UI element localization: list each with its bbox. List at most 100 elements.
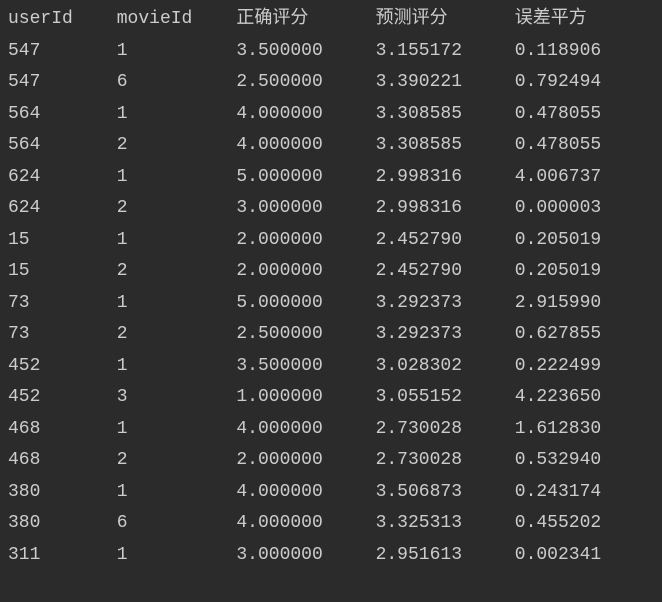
cell-movieId: 1 <box>117 414 237 446</box>
cell-userId: 547 <box>8 67 117 99</box>
cell-correct-score: 4.000000 <box>236 130 375 162</box>
cell-movieId: 1 <box>117 36 237 68</box>
cell-error-squared: 0.000003 <box>515 193 654 225</box>
cell-error-squared: 4.223650 <box>515 382 654 414</box>
cell-predict-score: 2.452790 <box>376 256 515 288</box>
cell-movieId: 2 <box>117 445 237 477</box>
cell-userId: 380 <box>8 508 117 540</box>
cell-movieId: 2 <box>117 319 237 351</box>
cell-userId: 73 <box>8 319 117 351</box>
cell-error-squared: 0.243174 <box>515 477 654 509</box>
cell-error-squared: 0.205019 <box>515 256 654 288</box>
cell-correct-score: 2.000000 <box>236 225 375 257</box>
cell-movieId: 3 <box>117 382 237 414</box>
table-row: 62415.0000002.9983164.006737 <box>8 162 654 194</box>
cell-userId: 380 <box>8 477 117 509</box>
table-row: 38014.0000003.5068730.243174 <box>8 477 654 509</box>
cell-error-squared: 0.627855 <box>515 319 654 351</box>
cell-predict-score: 2.730028 <box>376 414 515 446</box>
cell-movieId: 1 <box>117 99 237 131</box>
cell-predict-score: 2.998316 <box>376 193 515 225</box>
cell-movieId: 6 <box>117 67 237 99</box>
cell-correct-score: 2.500000 <box>236 319 375 351</box>
cell-userId: 15 <box>8 225 117 257</box>
cell-movieId: 1 <box>117 162 237 194</box>
cell-predict-score: 3.308585 <box>376 99 515 131</box>
cell-predict-score: 2.951613 <box>376 540 515 572</box>
header-predict-score: 预测评分 <box>376 4 515 36</box>
cell-error-squared: 0.222499 <box>515 351 654 383</box>
cell-userId: 73 <box>8 288 117 320</box>
header-movieId: movieId <box>117 4 237 36</box>
cell-correct-score: 2.000000 <box>236 445 375 477</box>
cell-predict-score: 2.730028 <box>376 445 515 477</box>
table-row: 7322.5000003.2923730.627855 <box>8 319 654 351</box>
cell-predict-score: 2.452790 <box>376 225 515 257</box>
cell-error-squared: 2.915990 <box>515 288 654 320</box>
cell-userId: 624 <box>8 193 117 225</box>
data-table: userId movieId 正确评分 预测评分 误差平方 54713.5000… <box>8 4 654 571</box>
cell-movieId: 1 <box>117 477 237 509</box>
cell-predict-score: 3.390221 <box>376 67 515 99</box>
cell-userId: 15 <box>8 256 117 288</box>
header-correct-score: 正确评分 <box>236 4 375 36</box>
table-row: 45231.0000003.0551524.223650 <box>8 382 654 414</box>
table-row: 56424.0000003.3085850.478055 <box>8 130 654 162</box>
cell-userId: 624 <box>8 162 117 194</box>
cell-correct-score: 3.500000 <box>236 36 375 68</box>
cell-predict-score: 3.028302 <box>376 351 515 383</box>
cell-movieId: 6 <box>117 508 237 540</box>
header-error-squared: 误差平方 <box>515 4 654 36</box>
table-row: 54713.5000003.1551720.118906 <box>8 36 654 68</box>
cell-userId: 468 <box>8 445 117 477</box>
cell-error-squared: 0.455202 <box>515 508 654 540</box>
cell-predict-score: 3.292373 <box>376 319 515 351</box>
table-row: 62423.0000002.9983160.000003 <box>8 193 654 225</box>
cell-userId: 564 <box>8 99 117 131</box>
table-row: 54762.5000003.3902210.792494 <box>8 67 654 99</box>
cell-correct-score: 3.000000 <box>236 540 375 572</box>
cell-predict-score: 3.055152 <box>376 382 515 414</box>
cell-predict-score: 3.308585 <box>376 130 515 162</box>
table-row: 46814.0000002.7300281.612830 <box>8 414 654 446</box>
cell-userId: 564 <box>8 130 117 162</box>
cell-error-squared: 0.792494 <box>515 67 654 99</box>
cell-error-squared: 0.478055 <box>515 130 654 162</box>
cell-userId: 547 <box>8 36 117 68</box>
cell-userId: 468 <box>8 414 117 446</box>
cell-movieId: 2 <box>117 193 237 225</box>
cell-userId: 452 <box>8 382 117 414</box>
cell-correct-score: 1.000000 <box>236 382 375 414</box>
cell-predict-score: 3.506873 <box>376 477 515 509</box>
cell-correct-score: 3.000000 <box>236 193 375 225</box>
cell-correct-score: 4.000000 <box>236 414 375 446</box>
table-row: 38064.0000003.3253130.455202 <box>8 508 654 540</box>
cell-predict-score: 2.998316 <box>376 162 515 194</box>
cell-movieId: 1 <box>117 351 237 383</box>
cell-predict-score: 3.325313 <box>376 508 515 540</box>
table-header-row: userId movieId 正确评分 预测评分 误差平方 <box>8 4 654 36</box>
cell-error-squared: 0.478055 <box>515 99 654 131</box>
cell-error-squared: 0.118906 <box>515 36 654 68</box>
cell-correct-score: 4.000000 <box>236 477 375 509</box>
table-row: 46822.0000002.7300280.532940 <box>8 445 654 477</box>
cell-movieId: 2 <box>117 130 237 162</box>
cell-correct-score: 3.500000 <box>236 351 375 383</box>
cell-movieId: 1 <box>117 288 237 320</box>
table-row: 56414.0000003.3085850.478055 <box>8 99 654 131</box>
table-row: 1522.0000002.4527900.205019 <box>8 256 654 288</box>
cell-correct-score: 2.000000 <box>236 256 375 288</box>
cell-correct-score: 5.000000 <box>236 288 375 320</box>
cell-correct-score: 5.000000 <box>236 162 375 194</box>
cell-movieId: 1 <box>117 225 237 257</box>
cell-error-squared: 4.006737 <box>515 162 654 194</box>
table-row: 1512.0000002.4527900.205019 <box>8 225 654 257</box>
table-row: 7315.0000003.2923732.915990 <box>8 288 654 320</box>
table-row: 31113.0000002.9516130.002341 <box>8 540 654 572</box>
cell-correct-score: 2.500000 <box>236 67 375 99</box>
cell-error-squared: 0.532940 <box>515 445 654 477</box>
header-userId: userId <box>8 4 117 36</box>
cell-userId: 311 <box>8 540 117 572</box>
cell-movieId: 1 <box>117 540 237 572</box>
table-row: 45213.5000003.0283020.222499 <box>8 351 654 383</box>
